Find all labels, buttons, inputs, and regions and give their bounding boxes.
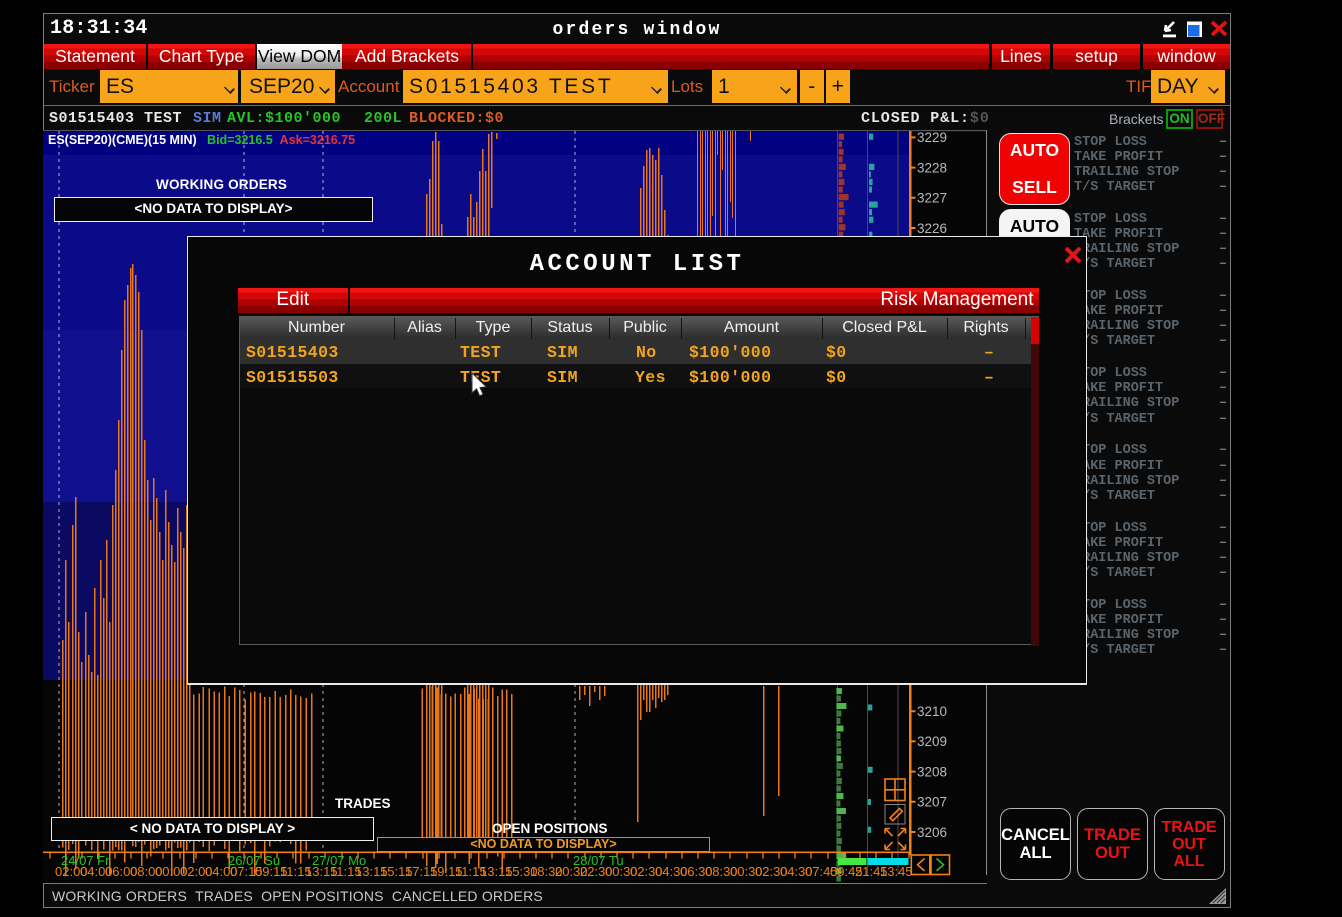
svg-text:3210: 3210 — [917, 704, 947, 719]
svg-text:13:45: 13:45 — [880, 864, 913, 879]
svg-text:3226: 3226 — [917, 221, 947, 236]
svg-text:27/07 Mo: 27/07 Mo — [312, 853, 366, 868]
svg-text:3209: 3209 — [917, 734, 947, 749]
svg-text:3206: 3206 — [917, 825, 947, 840]
svg-text:3227: 3227 — [917, 191, 947, 206]
svg-text:3229: 3229 — [917, 130, 947, 145]
svg-text:3208: 3208 — [917, 764, 947, 779]
svg-text:26/07 Su: 26/07 Su — [228, 853, 280, 868]
svg-text:24/07 Fr: 24/07 Fr — [61, 853, 110, 868]
svg-text:3207: 3207 — [917, 795, 947, 810]
svg-text:3228: 3228 — [917, 160, 947, 175]
svg-text:28/07 Tu: 28/07 Tu — [573, 853, 624, 868]
